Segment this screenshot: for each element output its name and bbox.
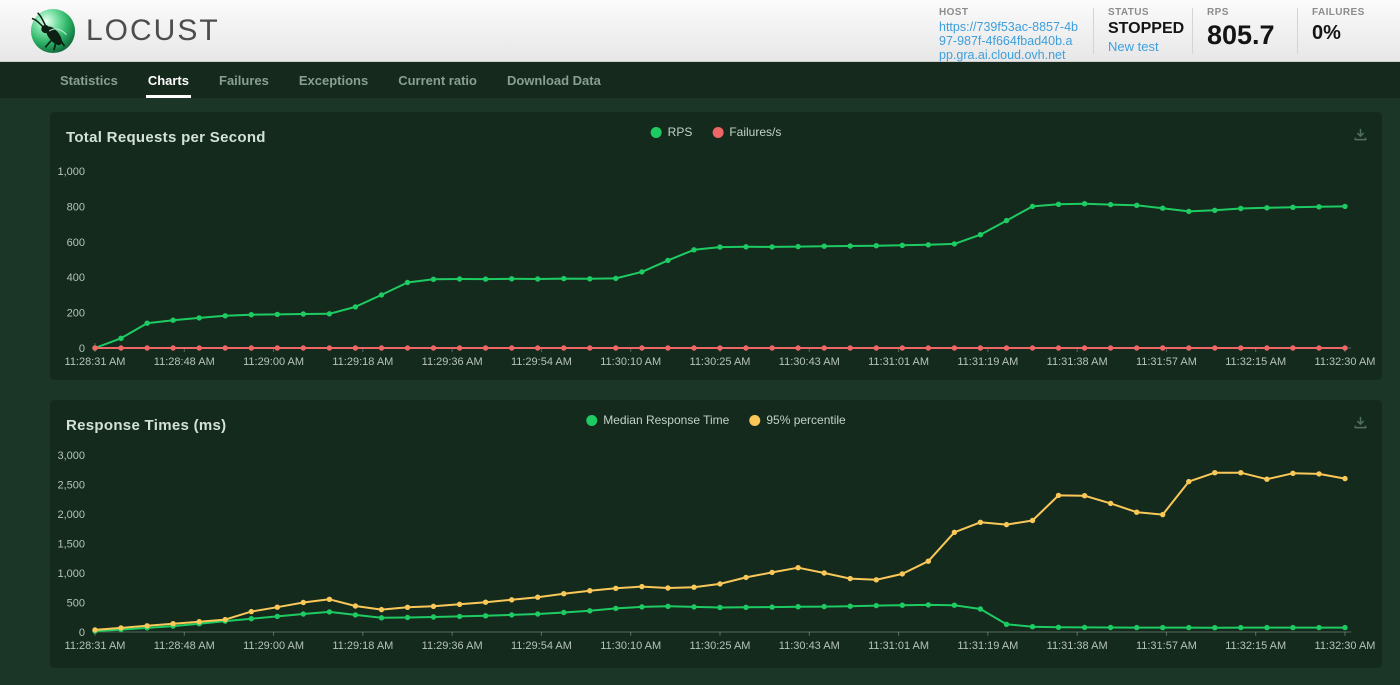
failures-legend-dot (712, 127, 723, 138)
svg-text:11:30:10 AM: 11:30:10 AM (600, 640, 661, 652)
svg-text:11:28:31 AM: 11:28:31 AM (65, 356, 126, 368)
svg-text:11:31:01 AM: 11:31:01 AM (868, 356, 929, 368)
main-nav: Statistics Charts Failures Exceptions Cu… (0, 62, 1400, 98)
svg-text:11:30:25 AM: 11:30:25 AM (690, 640, 751, 652)
app-title: LOCUST (86, 14, 220, 48)
svg-text:1,000: 1,000 (57, 166, 85, 178)
svg-text:11:29:54 AM: 11:29:54 AM (511, 356, 572, 368)
app-header: LOCUST HOST https://739f53ac-8857-4b97-9… (0, 0, 1400, 62)
svg-text:0: 0 (79, 627, 85, 639)
chart-title-response-times: Response Times (ms) (66, 417, 226, 434)
svg-text:11:28:31 AM: 11:28:31 AM (65, 640, 126, 652)
download-chart-button[interactable] (1350, 412, 1370, 432)
svg-text:11:32:15 AM: 11:32:15 AM (1225, 640, 1286, 652)
svg-text:200: 200 (67, 308, 85, 320)
svg-text:11:29:18 AM: 11:29:18 AM (332, 356, 393, 368)
locust-logo[interactable]: LOCUST (30, 8, 220, 54)
svg-text:11:31:01 AM: 11:31:01 AM (868, 640, 929, 652)
svg-text:11:29:00 AM: 11:29:00 AM (243, 640, 304, 652)
rps-chart-plot: 0 200 400 600 800 1,000 11:28:31 AM 11:28:48 AM… (50, 112, 1382, 380)
svg-text:600: 600 (67, 237, 85, 249)
locust-logo-icon (30, 8, 76, 54)
tab-download-data[interactable]: Download Data (507, 62, 601, 98)
host-label: HOST (939, 7, 1079, 18)
failures-value: 0% (1312, 20, 1372, 46)
svg-text:11:31:19 AM: 11:31:19 AM (957, 640, 1018, 652)
rps-chart-legend: RPS Failures/s (651, 125, 782, 139)
legend-item-rps[interactable]: RPS (651, 125, 693, 139)
svg-text:3,000: 3,000 (57, 450, 85, 462)
svg-text:1,500: 1,500 (57, 539, 85, 551)
status-value: STOPPED (1108, 20, 1178, 38)
download-icon (1353, 127, 1368, 142)
failures-label: FAILURES (1312, 7, 1372, 18)
download-chart-button[interactable] (1350, 124, 1370, 144)
svg-text:11:31:38 AM: 11:31:38 AM (1047, 640, 1108, 652)
download-icon (1353, 415, 1368, 430)
svg-text:11:31:57 AM: 11:31:57 AM (1136, 356, 1197, 368)
rps-label: RPS (1207, 7, 1283, 18)
svg-text:11:28:48 AM: 11:28:48 AM (154, 356, 215, 368)
svg-text:11:30:10 AM: 11:30:10 AM (600, 356, 661, 368)
failures-stat: FAILURES 0% (1298, 0, 1386, 62)
svg-text:11:29:18 AM: 11:29:18 AM (332, 640, 393, 652)
host-link[interactable]: https://739f53ac-8857-4b97-987f-4f664fba… (939, 20, 1079, 62)
chart-card-rps: 0 200 400 600 800 1,000 11:28:31 AM 11:28:48 AM… (50, 112, 1382, 380)
svg-text:11:28:48 AM: 11:28:48 AM (154, 640, 215, 652)
svg-text:11:29:36 AM: 11:29:36 AM (422, 356, 483, 368)
legend-item-95th-percentile[interactable]: 95% percentile (749, 413, 845, 427)
svg-text:2,500: 2,500 (57, 480, 85, 492)
svg-text:11:30:43 AM: 11:30:43 AM (779, 640, 840, 652)
svg-text:800: 800 (67, 201, 85, 213)
tab-charts[interactable]: Charts (148, 62, 189, 98)
chart-title-rps: Total Requests per Second (66, 129, 266, 146)
svg-text:11:32:30 AM: 11:32:30 AM (1315, 356, 1376, 368)
tab-exceptions[interactable]: Exceptions (299, 62, 368, 98)
header-stats: HOST https://739f53ac-8857-4b97-987f-4f6… (925, 0, 1386, 62)
rps-value: 805.7 (1207, 20, 1283, 50)
svg-text:11:30:25 AM: 11:30:25 AM (690, 356, 751, 368)
svg-text:11:30:43 AM: 11:30:43 AM (779, 356, 840, 368)
svg-text:11:31:57 AM: 11:31:57 AM (1136, 640, 1197, 652)
svg-text:0: 0 (79, 343, 85, 355)
svg-text:11:29:36 AM: 11:29:36 AM (422, 640, 483, 652)
percentile-legend-dot (749, 415, 760, 426)
rps-stat: RPS 805.7 (1193, 0, 1297, 62)
response-times-chart-plot: 0 500 1,000 1,500 2,000 2,500 3,000 11:28:31 AM… (50, 400, 1382, 668)
response-times-chart-legend: Median Response Time 95% percentile (586, 413, 845, 427)
svg-text:11:29:00 AM: 11:29:00 AM (243, 356, 304, 368)
svg-text:400: 400 (67, 272, 85, 284)
status-stat: STATUS STOPPED New test (1094, 0, 1192, 62)
svg-text:11:31:19 AM: 11:31:19 AM (957, 356, 1018, 368)
svg-text:11:29:54 AM: 11:29:54 AM (511, 640, 572, 652)
svg-text:11:32:15 AM: 11:32:15 AM (1225, 356, 1286, 368)
legend-item-failures[interactable]: Failures/s (712, 125, 781, 139)
tab-failures[interactable]: Failures (219, 62, 269, 98)
legend-item-median[interactable]: Median Response Time (586, 413, 729, 427)
tab-current-ratio[interactable]: Current ratio (398, 62, 477, 98)
host-stat: HOST https://739f53ac-8857-4b97-987f-4f6… (925, 0, 1093, 62)
svg-text:11:32:30 AM: 11:32:30 AM (1315, 640, 1376, 652)
rps-legend-dot (651, 127, 662, 138)
svg-text:2,000: 2,000 (57, 509, 85, 521)
svg-text:1,000: 1,000 (57, 568, 85, 580)
svg-text:11:31:38 AM: 11:31:38 AM (1047, 356, 1108, 368)
tab-statistics[interactable]: Statistics (60, 62, 118, 98)
new-test-link[interactable]: New test (1108, 39, 1159, 54)
status-label: STATUS (1108, 7, 1178, 18)
median-legend-dot (586, 415, 597, 426)
chart-card-response-times: 0 500 1,000 1,500 2,000 2,500 3,000 11:28:31 AM… (50, 400, 1382, 668)
svg-text:500: 500 (67, 598, 85, 610)
